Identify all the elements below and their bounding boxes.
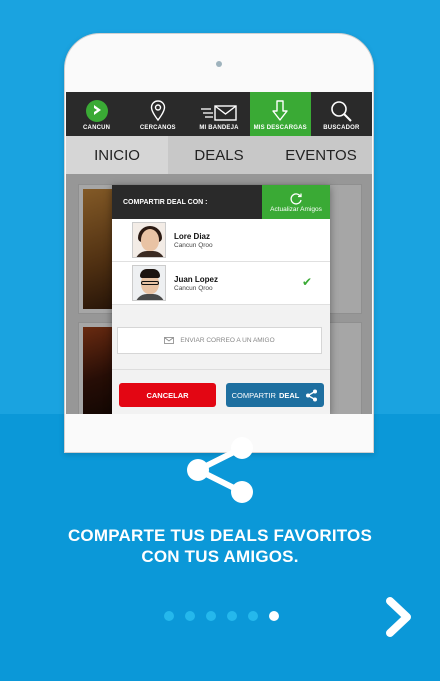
nav-item-label: BUSCADOR <box>323 125 360 131</box>
avatar <box>132 222 166 258</box>
nav-item-label: MI BANDEJA <box>199 125 239 131</box>
page-dot[interactable] <box>248 611 258 621</box>
phone-screen: CANCUN CERCANOS MI BANDEJA MIS DESCARGAS… <box>66 92 372 414</box>
phone-camera <box>216 61 222 67</box>
next-arrow-icon[interactable] <box>384 596 414 638</box>
tab-deals[interactable]: DEALS <box>168 136 270 174</box>
refresh-friends-button[interactable]: Actualizar Amigos <box>262 185 330 219</box>
brand-logo-icon <box>85 100 108 122</box>
friend-name: Juan Lopez <box>174 274 219 284</box>
refresh-friends-label: Actualizar Amigos <box>270 205 322 213</box>
selected-check-icon: ✔ <box>301 275 312 289</box>
nav-item-cancun[interactable]: CANCUN <box>66 92 127 136</box>
cancel-button[interactable]: CANCELAR <box>119 383 216 407</box>
promo-line-2: CON TUS AMIGOS. <box>141 547 299 566</box>
friend-location: Cancun Qroo <box>174 284 213 292</box>
refresh-icon <box>290 192 302 205</box>
promo-headline: COMPARTE TUS DEALS FAVORITOS CON TUS AMI… <box>0 525 440 567</box>
page-dot[interactable] <box>206 611 216 621</box>
avatar <box>132 265 166 301</box>
share-label-bold: DEAL <box>278 390 300 400</box>
share-label-prefix: COMPARTIR <box>231 390 276 400</box>
page-dot-active[interactable] <box>269 611 279 621</box>
app-nav-bar: CANCUN CERCANOS MI BANDEJA MIS DESCARGAS… <box>66 92 372 136</box>
page-dot[interactable] <box>227 611 237 621</box>
email-friend-button[interactable]: ENVIAR CORREO A UN AMIGO <box>117 327 322 354</box>
share-deal-button[interactable]: COMPARTIR DEAL <box>226 383 324 407</box>
tab-bar: INICIO DEALS EVENTOS <box>66 136 372 174</box>
dialog-header: COMPARTIR DEAL CON : Actualizar Amigos <box>112 185 330 219</box>
nav-item-cercanos[interactable]: CERCANOS <box>127 92 188 136</box>
page-indicator <box>164 611 290 621</box>
envelope-icon <box>164 337 175 344</box>
nav-item-label: CANCUN <box>83 125 111 131</box>
tab-inicio[interactable]: INICIO <box>66 136 168 174</box>
share-icon <box>187 437 253 503</box>
share-icon <box>306 389 318 401</box>
download-icon <box>272 100 288 121</box>
nav-item-mis-descargas[interactable]: MIS DESCARGAS <box>249 92 311 136</box>
map-pin-icon <box>150 100 165 122</box>
email-friend-label: ENVIAR CORREO A UN AMIGO <box>180 337 275 344</box>
search-icon <box>331 101 353 122</box>
share-deal-dialog: COMPARTIR DEAL CON : Actualizar Amigos L… <box>112 185 330 414</box>
friend-name: Lore Diaz <box>174 231 211 241</box>
mail-icon <box>201 105 237 121</box>
page-dot[interactable] <box>185 611 195 621</box>
nav-item-label: CERCANOS <box>139 125 176 131</box>
nav-item-mi-bandeja[interactable]: MI BANDEJA <box>188 92 249 136</box>
divider <box>112 369 330 370</box>
friend-row[interactable]: Juan Lopez Cancun Qroo ✔ <box>112 262 330 305</box>
friend-location: Cancun Qroo <box>174 241 213 249</box>
nav-item-label: MIS DESCARGAS <box>253 125 307 131</box>
page-dot[interactable] <box>164 611 174 621</box>
tab-eventos[interactable]: EVENTOS <box>270 136 372 174</box>
friend-row[interactable]: Lore Diaz Cancun Qroo <box>112 219 330 262</box>
promo-line-1: COMPARTE TUS DEALS FAVORITOS <box>67 526 373 545</box>
nav-item-buscador[interactable]: BUSCADOR <box>311 92 372 136</box>
dialog-title: COMPARTIR DEAL CON : <box>123 198 208 206</box>
